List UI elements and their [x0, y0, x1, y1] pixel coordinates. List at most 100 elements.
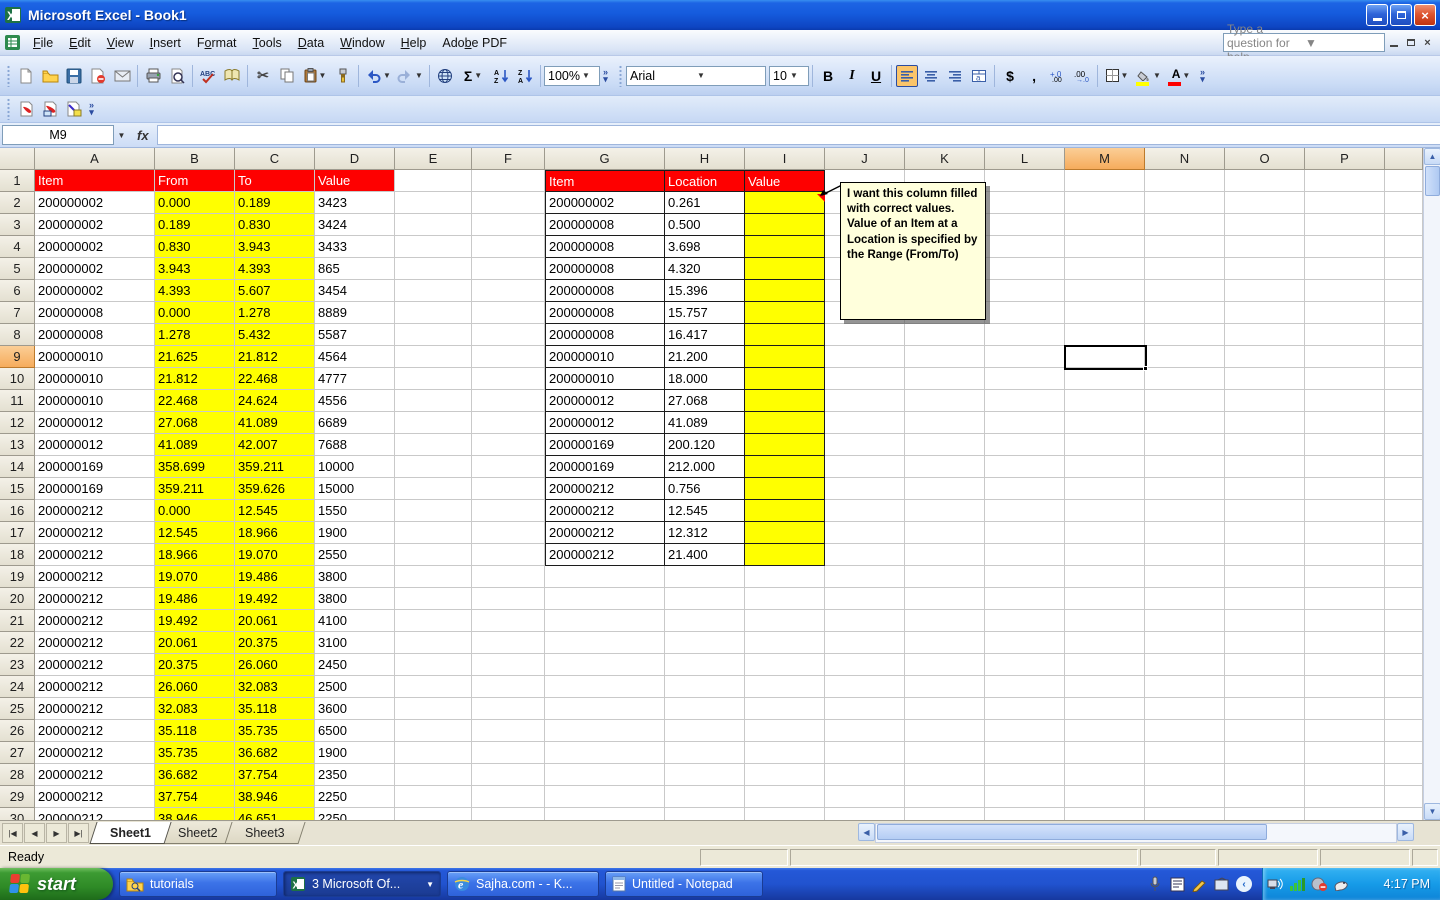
- currency-button[interactable]: $: [999, 65, 1021, 87]
- row-header-6[interactable]: 6: [0, 280, 35, 302]
- new-button[interactable]: [15, 65, 37, 87]
- cell-L25[interactable]: [985, 698, 1065, 720]
- cell-B13[interactable]: 41.089: [155, 434, 235, 456]
- cell-G15[interactable]: 200000212: [545, 478, 665, 500]
- cell-O18[interactable]: [1225, 544, 1305, 566]
- cell-N27[interactable]: [1145, 742, 1225, 764]
- cell-E5[interactable]: [395, 258, 472, 280]
- cell-C10[interactable]: 22.468: [235, 368, 315, 390]
- cell-P13[interactable]: [1305, 434, 1385, 456]
- cell-N25[interactable]: [1145, 698, 1225, 720]
- cell-H7[interactable]: 15.757: [665, 302, 745, 324]
- taskbar-button-browser[interactable]: e Sajha.com - - K...: [447, 871, 599, 897]
- cell-G26[interactable]: [545, 720, 665, 742]
- row-header-3[interactable]: 3: [0, 214, 35, 236]
- cell-F23[interactable]: [472, 654, 545, 676]
- cell-J22[interactable]: [825, 632, 905, 654]
- cell-H8[interactable]: 16.417: [665, 324, 745, 346]
- cell-D18[interactable]: 2550: [315, 544, 395, 566]
- cell-P21[interactable]: [1305, 610, 1385, 632]
- cell-H14[interactable]: 212.000: [665, 456, 745, 478]
- cell-M20[interactable]: [1065, 588, 1145, 610]
- cell-I28[interactable]: [745, 764, 825, 786]
- cell-N9[interactable]: [1145, 346, 1225, 368]
- cell-A19[interactable]: 200000212: [35, 566, 155, 588]
- tab-sheet1[interactable]: Sheet1: [89, 822, 171, 844]
- cell-B29[interactable]: 37.754: [155, 786, 235, 808]
- cell-K13[interactable]: [905, 434, 985, 456]
- cell-G4[interactable]: 200000008: [545, 236, 665, 258]
- research-button[interactable]: [221, 65, 243, 87]
- cell-M6[interactable]: [1065, 280, 1145, 302]
- cell-H1[interactable]: Location: [665, 170, 745, 192]
- cell-E8[interactable]: [395, 324, 472, 346]
- cell-C14[interactable]: 359.211: [235, 456, 315, 478]
- cell-P22[interactable]: [1305, 632, 1385, 654]
- col-header-I[interactable]: I: [745, 148, 825, 170]
- row-header-16[interactable]: 16: [0, 500, 35, 522]
- email-button[interactable]: [111, 65, 133, 87]
- sort-ascending-button[interactable]: AZ: [490, 65, 512, 87]
- cell-A23[interactable]: 200000212: [35, 654, 155, 676]
- cell-P1[interactable]: [1305, 170, 1385, 192]
- cell-I29[interactable]: [745, 786, 825, 808]
- cell-G10[interactable]: 200000010: [545, 368, 665, 390]
- cell-M10[interactable]: [1065, 368, 1145, 390]
- cell-A28[interactable]: 200000212: [35, 764, 155, 786]
- cell-L10[interactable]: [985, 368, 1065, 390]
- cell-G17[interactable]: 200000212: [545, 522, 665, 544]
- cell-H18[interactable]: 21.400: [665, 544, 745, 566]
- menu-adobe-pdf[interactable]: Adobe PDF: [434, 33, 515, 53]
- cell-I16[interactable]: [745, 500, 825, 522]
- cell-I23[interactable]: [745, 654, 825, 676]
- cell-M30[interactable]: [1065, 808, 1145, 820]
- cell-F19[interactable]: [472, 566, 545, 588]
- increase-decimal-button[interactable]: +.0.00: [1047, 65, 1069, 87]
- menu-insert[interactable]: Insert: [142, 33, 189, 53]
- cell-H16[interactable]: 12.545: [665, 500, 745, 522]
- cell-O27[interactable]: [1225, 742, 1305, 764]
- formatting-options-button[interactable]: »▾: [1200, 69, 1205, 83]
- row-header-14[interactable]: 14: [0, 456, 35, 478]
- row-header-30[interactable]: 30: [0, 808, 35, 820]
- cell-K28[interactable]: [905, 764, 985, 786]
- cell-G11[interactable]: 200000012: [545, 390, 665, 412]
- cell-I18[interactable]: [745, 544, 825, 566]
- cell-F5[interactable]: [472, 258, 545, 280]
- cell-P19[interactable]: [1305, 566, 1385, 588]
- cell-C21[interactable]: 20.061: [235, 610, 315, 632]
- cell-O14[interactable]: [1225, 456, 1305, 478]
- cell-F7[interactable]: [472, 302, 545, 324]
- next-sheet-button[interactable]: ▶: [46, 823, 67, 843]
- cell-N23[interactable]: [1145, 654, 1225, 676]
- cell-E21[interactable]: [395, 610, 472, 632]
- cell-M12[interactable]: [1065, 412, 1145, 434]
- convert-to-pdf-button[interactable]: [15, 98, 37, 120]
- cell-E1[interactable]: [395, 170, 472, 192]
- cell-E7[interactable]: [395, 302, 472, 324]
- cell-P14[interactable]: [1305, 456, 1385, 478]
- cell-O3[interactable]: [1225, 214, 1305, 236]
- cell-P2[interactable]: [1305, 192, 1385, 214]
- cell-O25[interactable]: [1225, 698, 1305, 720]
- cell-I22[interactable]: [745, 632, 825, 654]
- cell-I14[interactable]: [745, 456, 825, 478]
- cell-A29[interactable]: 200000212: [35, 786, 155, 808]
- cell-E20[interactable]: [395, 588, 472, 610]
- row-header-4[interactable]: 4: [0, 236, 35, 258]
- cell-B15[interactable]: 359.211: [155, 478, 235, 500]
- cell-A17[interactable]: 200000212: [35, 522, 155, 544]
- restore-button[interactable]: [1390, 4, 1412, 26]
- col-header-J[interactable]: J: [825, 148, 905, 170]
- cell-C15[interactable]: 359.626: [235, 478, 315, 500]
- cell-E28[interactable]: [395, 764, 472, 786]
- cell-G12[interactable]: 200000012: [545, 412, 665, 434]
- cell-J19[interactable]: [825, 566, 905, 588]
- cell-I7[interactable]: [745, 302, 825, 324]
- spelling-button[interactable]: ABC: [197, 65, 219, 87]
- menu-tools[interactable]: Tools: [245, 33, 290, 53]
- row-header-1[interactable]: 1: [0, 170, 35, 192]
- format-painter-button[interactable]: [332, 65, 354, 87]
- save-button[interactable]: [63, 65, 85, 87]
- cell-G7[interactable]: 200000008: [545, 302, 665, 324]
